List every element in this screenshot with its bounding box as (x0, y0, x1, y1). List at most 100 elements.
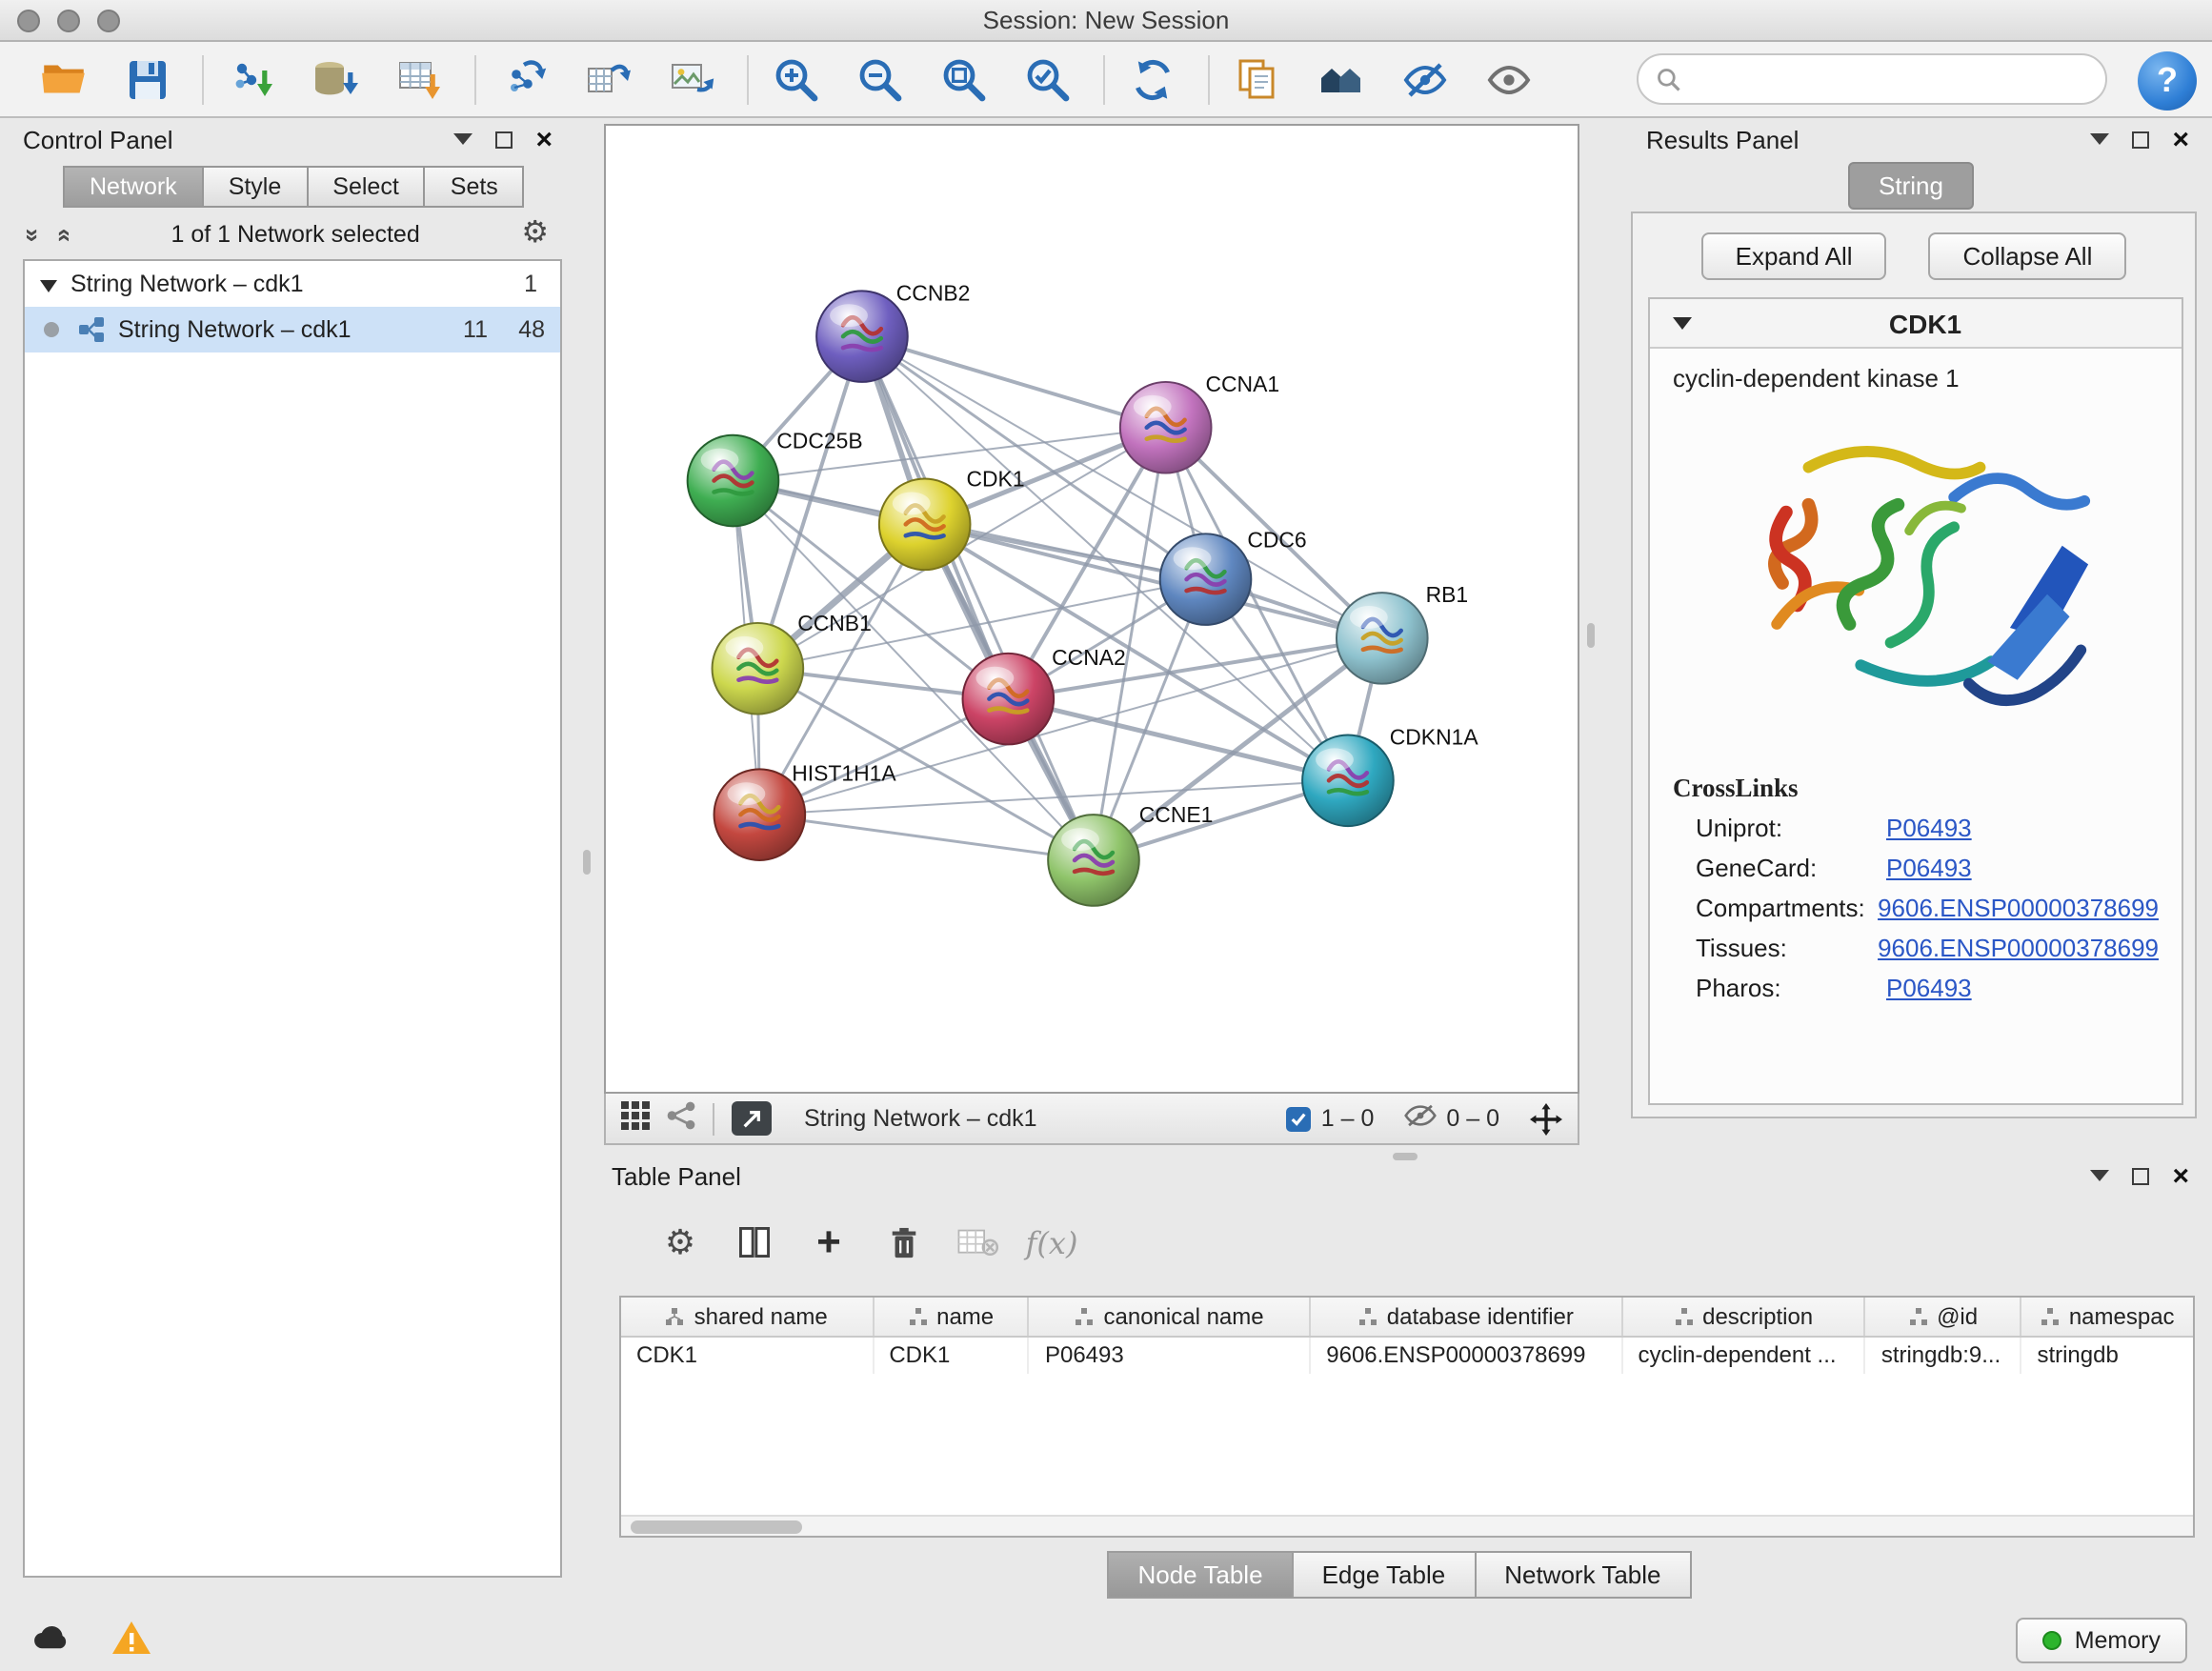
delete-column-button[interactable] (880, 1219, 926, 1265)
tab-network-table[interactable]: Network Table (1474, 1551, 1691, 1599)
memory-label: Memory (2075, 1627, 2161, 1654)
crosslink-uniprot-link[interactable]: P06493 (1886, 814, 1972, 842)
network-node[interactable] (879, 479, 971, 571)
column-header[interactable]: canonical name (1030, 1298, 1311, 1336)
selected-checkbox-icon[interactable] (1287, 1106, 1312, 1131)
search-input[interactable] (1682, 66, 2088, 92)
results-panel-float-button[interactable] (2132, 131, 2149, 148)
add-column-button[interactable]: + (806, 1219, 852, 1265)
network-node[interactable] (1048, 815, 1139, 906)
network-collection-row[interactable]: String Network – cdk1 1 (25, 261, 560, 307)
left-splitter-handle[interactable] (583, 850, 591, 875)
network-node[interactable] (816, 291, 908, 382)
tab-style[interactable]: Style (202, 166, 309, 208)
warnings-button[interactable] (111, 1620, 152, 1661)
show-columns-button[interactable] (732, 1219, 777, 1265)
copy-document-button[interactable] (1225, 49, 1290, 110)
tab-network[interactable]: Network (63, 166, 204, 208)
collapse-entry-icon[interactable] (1673, 314, 1692, 332)
horizontal-scrollbar[interactable] (621, 1515, 2193, 1536)
column-header[interactable]: database identifier (1311, 1298, 1622, 1336)
results-panel-close-button[interactable]: × (2172, 125, 2189, 153)
column-header[interactable]: name (874, 1298, 1030, 1336)
column-header[interactable]: description (1622, 1298, 1865, 1336)
control-panel-close-button[interactable]: × (535, 125, 553, 153)
minimize-window-button[interactable] (57, 10, 80, 32)
pan-mode-button[interactable] (1530, 1102, 1562, 1135)
tab-select[interactable]: Select (306, 166, 426, 208)
save-session-button[interactable] (114, 49, 179, 110)
tab-string[interactable]: String (1848, 162, 1974, 210)
scrollbar-thumb[interactable] (631, 1520, 802, 1534)
hide-selected-button[interactable] (1393, 49, 1458, 110)
external-link-icon (741, 1108, 762, 1129)
open-in-browser-button[interactable] (732, 1101, 772, 1136)
show-all-button[interactable] (1477, 49, 1541, 110)
table-cell[interactable]: CDK1 (621, 1338, 874, 1374)
network-options-gear-button[interactable]: ⚙ (521, 219, 549, 250)
crosslink-tissues-link[interactable]: 9606.ENSP00000378699 (1878, 934, 2159, 962)
crosslink-pharos-link[interactable]: P06493 (1886, 974, 1972, 1002)
network-node[interactable] (1120, 382, 1212, 473)
table-panel-float-button[interactable] (2132, 1167, 2149, 1184)
zoom-fit-button[interactable] (932, 49, 996, 110)
zoom-in-button[interactable] (764, 49, 829, 110)
expand-all-button[interactable]: Expand All (1701, 232, 1887, 280)
delete-table-button[interactable] (955, 1219, 1000, 1265)
collapse-all-networks-button[interactable]: » (49, 228, 77, 241)
control-panel-float-button[interactable] (495, 131, 513, 148)
memory-button[interactable]: Memory (2016, 1618, 2187, 1663)
column-header[interactable]: @id (1866, 1298, 2022, 1336)
crosslink-compartments-link[interactable]: 9606.ENSP00000378699 (1878, 894, 2159, 922)
table-cell[interactable]: CDK1 (874, 1338, 1030, 1374)
network-node[interactable] (1302, 735, 1394, 826)
table-panel-menu-button[interactable] (2090, 1160, 2109, 1191)
column-header[interactable]: shared name (621, 1298, 874, 1336)
tab-edge-table[interactable]: Edge Table (1292, 1551, 1477, 1599)
birdseye-grid-button[interactable] (621, 1101, 650, 1136)
results-panel-menu-button[interactable] (2090, 124, 2109, 154)
network-node[interactable] (688, 435, 779, 527)
network-node[interactable] (1160, 534, 1252, 625)
cloud-status-button[interactable] (30, 1620, 74, 1658)
open-session-button[interactable] (30, 49, 95, 110)
close-window-button[interactable] (17, 10, 40, 32)
home-button[interactable] (1309, 49, 1374, 110)
network-node[interactable] (713, 623, 804, 715)
import-network-database-button[interactable] (303, 49, 368, 110)
expand-all-networks-button[interactable]: » (19, 228, 48, 241)
column-header[interactable]: namespac (2021, 1298, 2193, 1336)
destroy-network-button[interactable] (492, 49, 556, 110)
tab-node-table[interactable]: Node Table (1107, 1551, 1293, 1599)
network-row[interactable]: String Network – cdk1 11 48 (25, 307, 560, 352)
table-settings-gear-button[interactable]: ⚙ (657, 1219, 703, 1265)
export-image-button[interactable] (659, 49, 724, 110)
function-builder-button[interactable]: f(x) (1029, 1219, 1075, 1265)
gene-entry-header[interactable]: CDK1 (1650, 299, 2182, 349)
collapse-all-button[interactable]: Collapse All (1929, 232, 2127, 280)
import-table-button[interactable] (387, 49, 452, 110)
table-cell[interactable]: cyclin-dependent ... (1622, 1338, 1865, 1374)
help-button[interactable]: ? (2138, 51, 2197, 111)
control-panel-menu-button[interactable] (453, 124, 473, 154)
table-cell[interactable]: 9606.ENSP00000378699 (1311, 1338, 1622, 1374)
create-network-button[interactable] (575, 49, 640, 110)
tab-sets[interactable]: Sets (424, 166, 525, 208)
table-cell[interactable]: P06493 (1030, 1338, 1311, 1374)
table-cell[interactable]: stringdb (2021, 1338, 2193, 1374)
table-row[interactable]: CDK1 CDK1 P06493 9606.ENSP00000378699 cy… (621, 1338, 2193, 1374)
network-node[interactable] (1337, 593, 1428, 684)
right-splitter-handle[interactable] (1587, 623, 1595, 648)
network-share-button[interactable] (667, 1101, 695, 1136)
zoom-selected-button[interactable] (1016, 49, 1080, 110)
table-panel-close-button[interactable]: × (2172, 1161, 2189, 1190)
network-canvas[interactable]: CCNB2CCNA1CDC25BCDK1CDC6RB1CCNB1CCNA2CDK… (604, 124, 1579, 1094)
network-node[interactable] (963, 654, 1055, 745)
maximize-window-button[interactable] (97, 10, 120, 32)
crosslink-genecard-link[interactable]: P06493 (1886, 854, 1972, 882)
import-network-file-button[interactable] (219, 49, 284, 110)
table-cell[interactable]: stringdb:9... (1866, 1338, 2022, 1374)
zoom-out-button[interactable] (848, 49, 913, 110)
refresh-button[interactable] (1120, 49, 1185, 110)
tree-expand-icon[interactable] (40, 275, 57, 292)
